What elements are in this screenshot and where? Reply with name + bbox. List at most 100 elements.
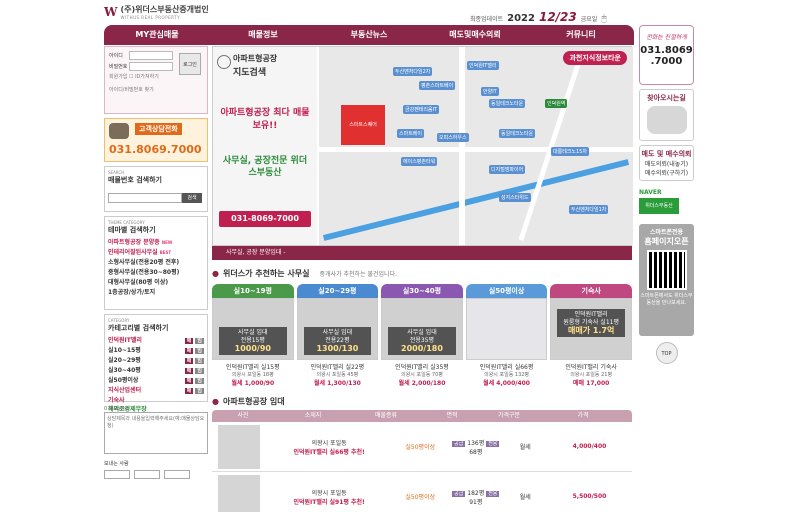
category-item[interactable]: 실20~29평 매 임 — [108, 356, 204, 366]
card-photo[interactable]: 사무실 임대 전용22평 1300/130 — [296, 298, 379, 360]
map-building[interactable]: 대룡테크노15차 — [551, 147, 589, 156]
card-photo[interactable]: 사무실 임대 전용35평 2000/180 — [381, 298, 463, 360]
row-photo[interactable] — [218, 474, 260, 512]
map-station[interactable]: 인덕원역 — [545, 99, 568, 108]
theme-item[interactable]: 대형사무실(80평 이상) — [108, 278, 204, 288]
card-tab[interactable]: 기숙사 — [550, 284, 632, 298]
listing-card[interactable]: 실50평이상 인덕원IT밸리 실66평 의왕시 포일동 132평 월세 4,00… — [465, 284, 548, 387]
pw-input[interactable] — [129, 62, 173, 71]
map-building[interactable]: 성지스타위드 — [499, 193, 531, 202]
card-tab[interactable]: 실10~19평 — [212, 284, 294, 298]
phone-field-1[interactable] — [104, 470, 130, 479]
sale-badge[interactable]: 매 — [184, 378, 194, 384]
lease-badge[interactable]: 임 — [195, 378, 204, 384]
sale-badge[interactable]: 매 — [184, 338, 194, 344]
category-item[interactable]: 실50평이상 매 임 — [108, 376, 204, 386]
nav-my-favorites[interactable]: MY관심매물 — [104, 25, 210, 45]
row-highlight[interactable]: 인덕원IT밸리 실91평 추천! — [266, 497, 393, 506]
listing-number-input[interactable] — [108, 193, 182, 203]
map-building[interactable]: 동일테크노타운 — [499, 129, 536, 138]
map-building[interactable]: 에이스평촌타워 — [401, 157, 438, 166]
row-photo[interactable] — [218, 424, 260, 469]
theme-item[interactable]: 인테리어잘된사무실 BEST — [108, 248, 204, 258]
map-building[interactable]: 두산벤처다임1차 — [569, 205, 609, 214]
map-building[interactable]: 스마트베이 — [397, 129, 425, 138]
map-search-promo[interactable]: 아파트형공장 지도검색 아파트형공장 최다 매물 보유!! 사무실, 공장전문 … — [213, 47, 317, 245]
sale-request-banner[interactable]: 매도 및 매수의뢰 매도의뢰(내놓기) 매수의뢰(구하기) — [639, 145, 694, 181]
phone-field-2[interactable] — [134, 470, 160, 479]
card-photo[interactable] — [465, 298, 548, 360]
scroll-top-button[interactable]: TOP — [655, 342, 678, 364]
phone-banner-title: 전화는 친절하게 — [646, 34, 687, 41]
lease-badge[interactable]: 임 — [195, 338, 204, 344]
directions-banner[interactable]: 찾아오시는길 — [639, 89, 694, 141]
call-center-banner[interactable]: 고객상담전화 031.8069.7000 — [104, 118, 208, 162]
sale-request-sub-2[interactable]: 매수의뢰(구하기) — [640, 168, 693, 177]
card-name[interactable]: 인덕원IT밸리 실35평 — [381, 362, 463, 371]
ticker-bar[interactable]: 사무실, 공장 분양임대 - — [212, 246, 632, 260]
map-highlight-block[interactable]: 스마트스퀘어 — [341, 105, 385, 145]
lease-badge[interactable]: 임 — [195, 368, 204, 374]
lease-badge[interactable]: 임 — [195, 358, 204, 364]
map-building[interactable]: 안양IT — [481, 87, 499, 96]
map-building[interactable]: 인덕원IT밸리 — [467, 61, 499, 70]
table-row[interactable]: 의왕시 포일동 인덕원IT밸리 실91평 추천! 실50평이상 공급 182평 … — [212, 472, 632, 512]
category-item[interactable]: 실10~15평 매 임 — [108, 346, 204, 356]
card-tab[interactable]: 실30~40평 — [381, 284, 463, 298]
card-photo[interactable]: 사무실 임대 전용15평 1000/90 — [212, 298, 294, 360]
category-item[interactable]: 기숙사 — [108, 396, 204, 405]
category-item[interactable]: 지식산업센터 매 임 — [108, 386, 204, 396]
card-name[interactable]: 인덕원IT밸리 기숙사 — [550, 362, 632, 371]
logo[interactable]: W (주)위더스부동산중개법인 WITHUS REAL PROPERTY — [104, 4, 209, 20]
phone-field-3[interactable] — [164, 470, 190, 479]
map-building[interactable]: 평촌스마트베이 — [419, 81, 456, 90]
sale-badge[interactable]: 매 — [184, 368, 194, 374]
map-building[interactable]: 금강펜테리움IT — [403, 105, 440, 114]
card-name[interactable]: 인덕원IT밸리 실15평 — [212, 362, 294, 371]
nav-community[interactable]: 커뮤니티 — [528, 25, 634, 45]
search-button[interactable]: 검색 — [182, 193, 202, 203]
map-building[interactable]: 두산벤처다임2차 — [393, 67, 433, 76]
phone-banner[interactable]: 전화는 친절하게 031.8069 .7000 — [639, 25, 694, 85]
sale-badge[interactable]: 매 — [184, 388, 194, 394]
listing-card[interactable]: 기숙사 인덕원IT밸리 원룸형 기숙사 실11평 매매가 1.7억 인덕원IT밸리 … — [550, 284, 632, 387]
sale-badge[interactable]: 매 — [184, 358, 194, 364]
card-name[interactable]: 인덕원IT밸리 실22평 — [297, 362, 379, 371]
theme-item[interactable]: 1층공장/상가/토지 — [108, 288, 204, 298]
lease-badge[interactable]: 임 — [195, 348, 204, 354]
category-item[interactable]: 실30~40평 매 임 — [108, 366, 204, 376]
category-item[interactable]: 인덕원IT밸리 매 임 — [108, 336, 204, 346]
naver-blog-button[interactable]: 위더스부동산 — [639, 198, 679, 214]
area-map[interactable]: 과천지식정보타운 스마트스퀘어 두산벤처다임2차 평촌스마트베이 금강펜테리움I… — [319, 47, 633, 245]
nav-listings[interactable]: 매물정보 — [210, 25, 316, 45]
lease-badge[interactable]: 임 — [195, 388, 204, 394]
map-building[interactable]: 디지털엠파이어 — [489, 165, 526, 174]
nav-request[interactable]: 매도및매수의뢰 — [422, 25, 528, 45]
card-name[interactable]: 인덕원IT밸리 실66평 — [466, 362, 548, 371]
theme-item[interactable]: 중형사무실(전용30~80평) — [108, 268, 204, 278]
card-tab[interactable]: 실20~29평 — [296, 284, 379, 298]
nav-news[interactable]: 부동산뉴스 — [316, 25, 422, 45]
table-row[interactable]: 의왕시 포일동 인덕원IT밸리 실66평 추천! 실50평이상 공급 136평 … — [212, 422, 632, 472]
card-photo[interactable]: 인덕원IT밸리 원룸형 기숙사 실11평 매매가 1.7억 — [550, 298, 632, 360]
find-account-link[interactable]: 아이디/비밀번호 찾기 — [109, 86, 203, 93]
map-building[interactable]: 오피스하우스 — [437, 133, 469, 142]
inquiry-textarea[interactable] — [104, 412, 208, 454]
signup-link[interactable]: 회원가입 — [109, 74, 127, 80]
theme-item-label: 인테리어잘된사무실 — [108, 249, 158, 256]
theme-item[interactable]: 아파트형공장 분양중 NEW — [108, 238, 204, 248]
sale-request-sub-1[interactable]: 매도의뢰(내놓기) — [640, 159, 693, 168]
theme-item[interactable]: 소형사무실(전용20평 전후) — [108, 258, 204, 268]
promo-title-2: 지도검색 — [233, 68, 267, 78]
row-highlight[interactable]: 인덕원IT밸리 실66평 추천! — [266, 447, 393, 456]
mobile-site-banner[interactable]: 스마트폰전용 홈페이지오픈 스마트폰에서도 위더스부동산을 만나보세요. — [639, 224, 694, 336]
col-price-type: 가격구분 — [497, 412, 521, 419]
listing-card[interactable]: 실30~40평 사무실 임대 전용35평 2000/180 인덕원IT밸리 실35평… — [381, 284, 463, 387]
listing-card[interactable]: 실20~29평 사무실 임대 전용22평 1300/130 인덕원IT밸리 실22평… — [296, 284, 379, 387]
login-button[interactable]: 로그인 — [179, 53, 201, 75]
sale-badge[interactable]: 매 — [184, 348, 194, 354]
id-input[interactable] — [129, 51, 173, 60]
listing-card[interactable]: 실10~19평 사무실 임대 전용15평 1000/90 인덕원IT밸리 실15평 … — [212, 284, 294, 387]
card-tab[interactable]: 실50평이상 — [465, 284, 548, 298]
map-building[interactable]: 동일테크노타운 — [489, 99, 526, 108]
